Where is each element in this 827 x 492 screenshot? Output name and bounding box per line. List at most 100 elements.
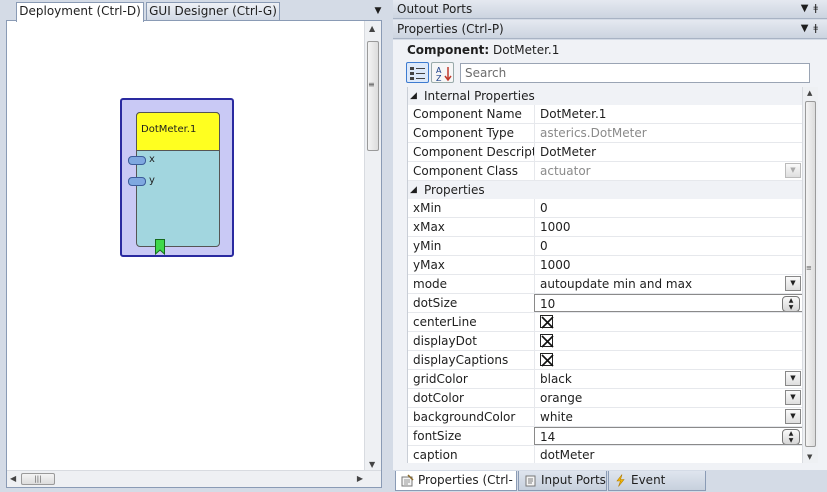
tool-pane: Outout Ports ▼ǂ Properties (Ctrl-P) ▼ǂ C…: [393, 0, 827, 492]
tab-event-listener[interactable]: Event Listener: [608, 471, 706, 491]
properties-header[interactable]: Properties (Ctrl-P) ▼ǂ: [393, 20, 827, 39]
dropdown-arrow-icon[interactable]: ▼: [785, 276, 801, 291]
backgroundcolor-select[interactable]: white ▼: [534, 408, 802, 426]
value-text: orange: [540, 391, 583, 405]
collapse-triangle-icon[interactable]: ◢: [410, 181, 417, 199]
table-row[interactable]: yMax 1000: [408, 256, 802, 275]
property-value[interactable]: 0: [534, 237, 802, 255]
deployment-canvas[interactable]: DotMeter.1 x y ▲ ≡ ▼ ◀ ||| ▶: [6, 20, 382, 488]
table-row[interactable]: gridColor black ▼: [408, 370, 802, 389]
table-row[interactable]: xMax 1000: [408, 218, 802, 237]
table-row[interactable]: Component Class actuator ▼: [408, 162, 802, 181]
table-row[interactable]: backgroundColor white ▼: [408, 408, 802, 427]
sort-alphabetical-button[interactable]: A Z: [431, 62, 454, 83]
deployment-pane: Deployment (Ctrl-D) GUI Designer (Ctrl-G…: [0, 0, 389, 492]
table-row[interactable]: centerLine: [408, 313, 802, 332]
property-name: displayCaptions: [413, 353, 509, 367]
property-value[interactable]: 1000: [534, 256, 802, 274]
property-value: [534, 332, 802, 350]
tab-input-ports[interactable]: Input Ports: [518, 471, 607, 491]
tab-gui-designer[interactable]: GUI Designer (Ctrl-G): [146, 2, 280, 21]
dropdown-arrow-icon[interactable]: ▼: [372, 5, 384, 17]
property-value[interactable]: DotMeter: [534, 143, 802, 161]
table-row[interactable]: dotSize 10 ▲ ▼: [408, 294, 802, 313]
dropdown-arrow-icon[interactable]: ▼: [801, 3, 814, 14]
property-value[interactable]: dotMeter: [534, 446, 802, 463]
input-ports-icon: [525, 475, 536, 487]
table-row[interactable]: displayCaptions: [408, 351, 802, 370]
tab-properties[interactable]: Properties (Ctrl-P): [395, 471, 517, 491]
canvas-horizontal-scrollbar[interactable]: ◀ ||| ▶: [7, 470, 381, 487]
pin-icon[interactable]: ǂ: [813, 23, 823, 34]
table-row[interactable]: mode autoupdate min and max ▼: [408, 275, 802, 294]
table-row[interactable]: dotColor orange ▼: [408, 389, 802, 408]
value-text: actuator: [540, 164, 591, 178]
component-block[interactable]: DotMeter.1 x y: [120, 98, 234, 257]
table-row[interactable]: displayDot: [408, 332, 802, 351]
displaydot-checkbox[interactable]: [540, 334, 554, 348]
property-name: yMin: [413, 239, 442, 253]
scroll-up-icon[interactable]: ▲: [369, 24, 375, 33]
collapse-triangle-icon[interactable]: ◢: [410, 87, 417, 105]
property-name: xMax: [413, 220, 445, 234]
property-value[interactable]: 1000: [534, 218, 802, 236]
pin-icon[interactable]: ǂ: [813, 3, 823, 14]
output-ports-header[interactable]: Outout Ports ▼ǂ: [393, 0, 827, 19]
table-row[interactable]: caption dotMeter: [408, 446, 802, 463]
scrollbar-thumb[interactable]: |||: [21, 473, 55, 485]
scrollbar-thumb[interactable]: [805, 101, 816, 447]
property-value[interactable]: 0: [534, 199, 802, 217]
grip-icon: ≡: [806, 264, 812, 272]
scroll-up-icon[interactable]: ▲: [807, 89, 812, 97]
spinner-icon[interactable]: ▲ ▼: [782, 296, 800, 311]
svg-text:Z: Z: [436, 74, 442, 82]
scroll-down-icon[interactable]: ▼: [369, 460, 375, 469]
displaycaptions-checkbox[interactable]: [540, 353, 554, 367]
mode-select[interactable]: autoupdate min and max ▼: [534, 275, 802, 293]
spinner-icon[interactable]: ▲ ▼: [782, 429, 800, 444]
event-trigger-icon[interactable]: [155, 239, 165, 255]
component-title[interactable]: DotMeter.1: [136, 112, 220, 151]
centerline-checkbox[interactable]: [540, 315, 554, 329]
category-properties[interactable]: ◢ Properties: [408, 181, 802, 199]
property-name: Component Descriptio: [413, 145, 534, 159]
scrollbar-thumb[interactable]: [367, 41, 379, 151]
gridcolor-select[interactable]: black ▼: [534, 370, 802, 388]
dropdown-arrow-icon[interactable]: ▼: [801, 23, 814, 34]
input-port-y[interactable]: [128, 177, 146, 186]
grip-icon: ≡: [368, 80, 375, 89]
category-internal-properties[interactable]: ◢ Internal Properties: [408, 87, 802, 105]
tab-label: Input Ports: [541, 473, 606, 487]
table-row[interactable]: fontSize 14 ▲ ▼: [408, 427, 802, 446]
scroll-down-icon[interactable]: ▼: [807, 453, 812, 461]
table-row[interactable]: Component Descriptio DotMeter: [408, 143, 802, 162]
canvas-vertical-scrollbar[interactable]: ▲ ≡ ▼: [364, 21, 381, 472]
search-input[interactable]: [460, 63, 810, 83]
fontsize-stepper[interactable]: 14 ▲ ▼: [534, 427, 802, 445]
categorized-view-button[interactable]: [406, 62, 429, 83]
tab-label: Event Listener: [631, 473, 666, 487]
property-name: caption: [413, 448, 458, 462]
scroll-left-icon[interactable]: ◀: [10, 474, 16, 483]
category-label: Internal Properties: [424, 89, 535, 103]
table-row[interactable]: xMin 0: [408, 199, 802, 218]
table-row[interactable]: Component Type asterics.DotMeter: [408, 124, 802, 143]
input-port-x[interactable]: [128, 156, 146, 165]
dropdown-arrow-icon[interactable]: ▼: [785, 371, 801, 386]
table-row[interactable]: Component Name DotMeter.1: [408, 105, 802, 124]
dropdown-arrow-icon[interactable]: ▼: [785, 390, 801, 405]
property-value[interactable]: DotMeter.1: [534, 105, 802, 123]
property-name: centerLine: [413, 315, 477, 329]
lightning-icon: [616, 474, 625, 487]
property-name: dotColor: [413, 391, 464, 405]
dropdown-arrow-icon[interactable]: ▼: [785, 409, 801, 424]
port-label-y: y: [149, 175, 155, 186]
dotcolor-select[interactable]: orange ▼: [534, 389, 802, 407]
property-name: fontSize: [413, 429, 462, 443]
value-text: black: [540, 372, 572, 386]
scroll-right-icon[interactable]: ▶: [357, 474, 363, 483]
table-row[interactable]: yMin 0: [408, 237, 802, 256]
dotsize-stepper[interactable]: 10 ▲ ▼: [534, 294, 802, 312]
tab-deployment[interactable]: Deployment (Ctrl-D): [16, 2, 144, 22]
property-grid-scrollbar[interactable]: ▲ ≡ ▼: [802, 87, 818, 463]
